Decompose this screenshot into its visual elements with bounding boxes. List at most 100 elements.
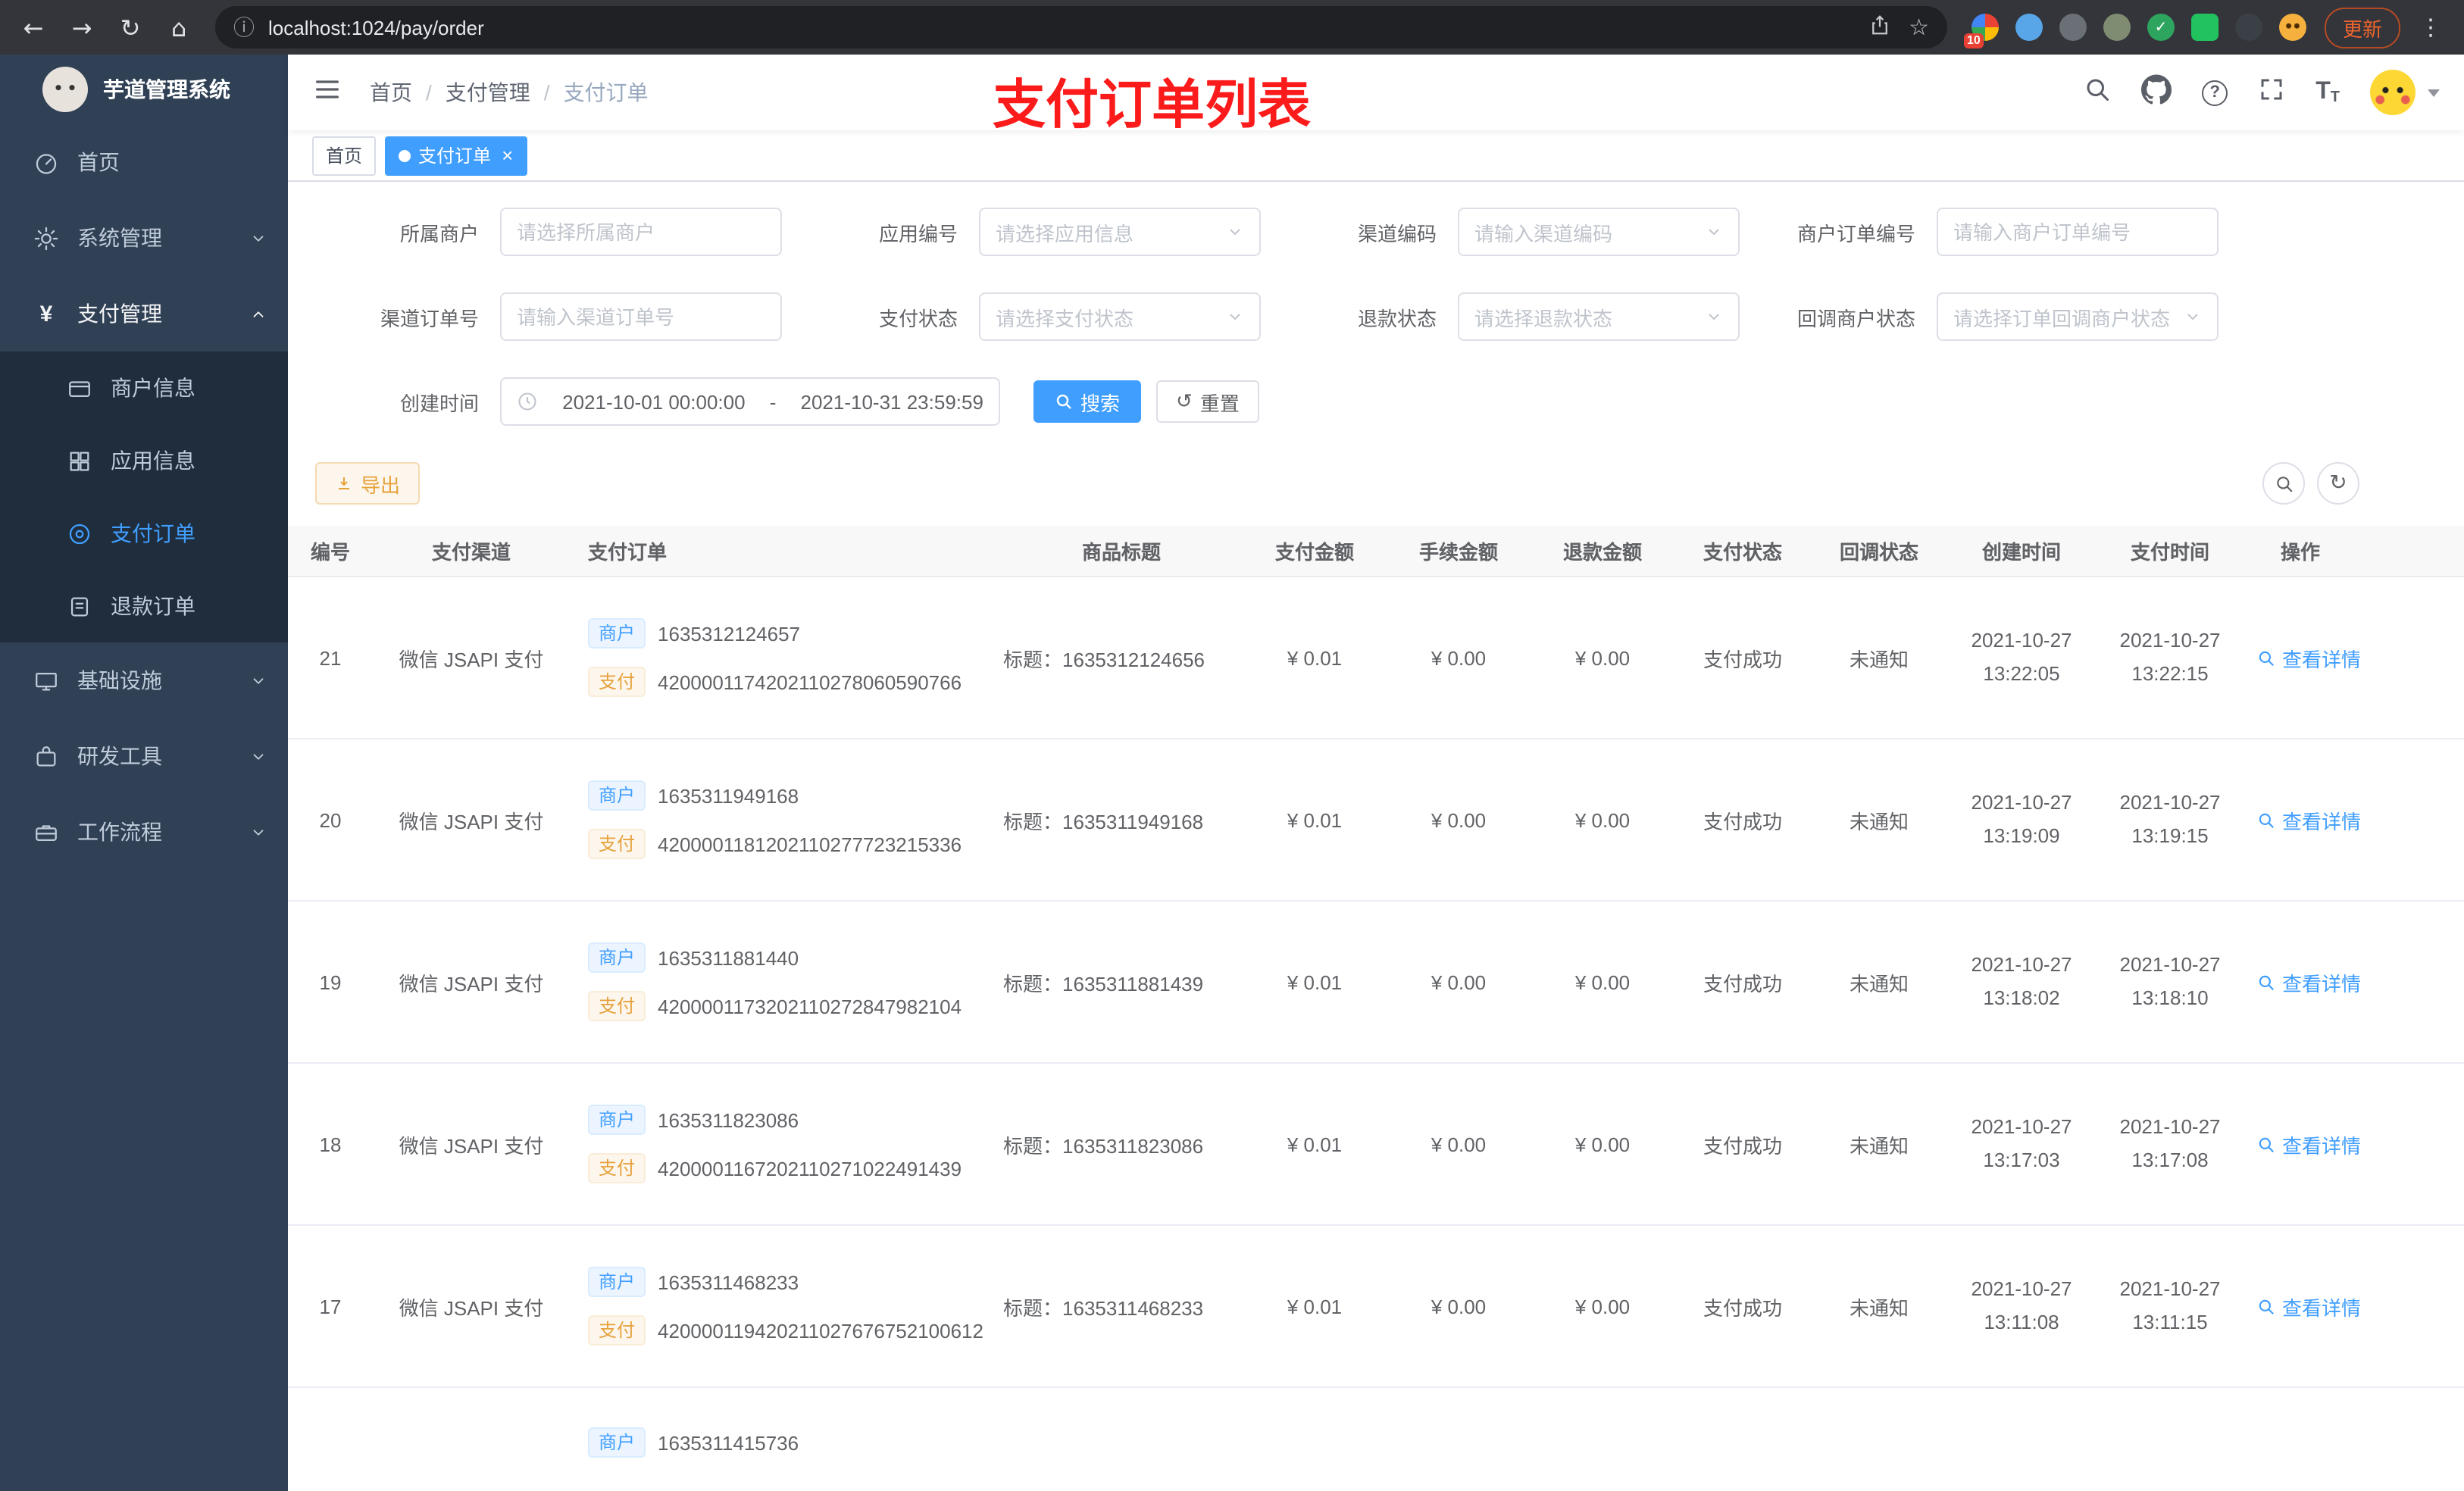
channel-code-select[interactable]: 请输入渠道编码 — [1458, 208, 1740, 256]
table-header: 编号 支付渠道 支付订单 商品标题 支付金额 手续金额 退款金额 支付状态 回调… — [288, 526, 2464, 577]
extension-icon-2[interactable] — [2015, 14, 2043, 41]
action-cell: 查看详情 — [2244, 1292, 2361, 1321]
fee-amount: ¥ 0.00 — [1431, 808, 1487, 831]
pay-tag: 支付 — [588, 1315, 646, 1346]
refund-amount: ¥ 0.00 — [1574, 971, 1631, 993]
app-select[interactable]: 请选择应用信息 — [979, 208, 1261, 256]
sidebar-item-workflow[interactable]: 工作流程 — [0, 794, 288, 870]
browser-menu-icon[interactable]: ⋮ — [2412, 9, 2449, 45]
share-icon[interactable] — [1868, 14, 1890, 41]
table-row: 19 微信 JSAPI 支付 商户 1635311881440 支付 42000… — [288, 902, 2464, 1064]
merchant-tag: 商户 — [588, 1427, 646, 1458]
address-bar[interactable]: ⓘ localhost:1024/pay/order ☆ — [215, 6, 1947, 48]
sidebar-item-system[interactable]: 系统管理 — [0, 200, 288, 276]
pay-submenu: 商户信息 应用信息 支付订单 退款订单 — [0, 352, 288, 642]
refund-status-select[interactable]: 请选择退款状态 — [1458, 292, 1740, 341]
order-table: 编号 支付渠道 支付订单 商品标题 支付金额 手续金额 退款金额 支付状态 回调… — [288, 526, 2464, 1491]
refresh-button[interactable]: ↻ — [2317, 462, 2359, 505]
date-separator: - — [769, 390, 777, 413]
view-detail-link[interactable]: 查看详情 — [2256, 1130, 2361, 1158]
site-info-icon[interactable]: ⓘ — [233, 12, 255, 42]
extension-icon-4[interactable] — [2103, 14, 2131, 41]
order-id: 19 — [319, 971, 342, 993]
sidebar-item-pay-order[interactable]: 支付订单 — [0, 497, 288, 570]
tab-home[interactable]: 首页 — [312, 136, 377, 175]
pay-tag: 支付 — [588, 991, 646, 1021]
col-action: 操作 — [2281, 541, 2321, 564]
merchant-order-no-input[interactable] — [1937, 208, 2219, 256]
caret-down-icon[interactable] — [2428, 89, 2440, 96]
sidebar-item-merchant-info[interactable]: 商户信息 — [0, 352, 288, 424]
merchant-select[interactable] — [500, 208, 782, 256]
fee-amount: ¥ 0.00 — [1431, 646, 1487, 669]
sidebar-item-app-info[interactable]: 应用信息 — [0, 424, 288, 497]
pay-amount: ¥ 0.01 — [1287, 646, 1343, 669]
chevron-up-icon — [253, 311, 264, 317]
reset-button[interactable]: ↺ 重置 — [1156, 380, 1259, 423]
extension-icon-7[interactable] — [2234, 14, 2262, 41]
goods-title: 标题：1635311823086 — [1003, 1134, 1204, 1157]
fullscreen-icon[interactable] — [2258, 75, 2285, 110]
font-size-icon[interactable]: TT — [2315, 79, 2340, 106]
pay-time: 2021-10-27 13:17:08 — [2119, 1114, 2221, 1171]
search-button[interactable]: 搜索 — [1033, 380, 1142, 423]
search-icon[interactable] — [2084, 75, 2111, 110]
col-title: 商品标题 — [1081, 541, 1161, 564]
table-row-partial: 商户 1635311415736 — [288, 1388, 2464, 1491]
filter-label-merchant-order-no: 商户订单编号 — [1796, 222, 1915, 245]
github-icon[interactable] — [2141, 73, 2172, 111]
sidebar-item-home[interactable]: 首页 — [0, 124, 288, 200]
export-button[interactable]: 导出 — [315, 462, 421, 505]
breadcrumb-home[interactable]: 首页 — [370, 77, 412, 108]
pay-amount: ¥ 0.01 — [1287, 808, 1343, 831]
table-row: 17 微信 JSAPI 支付 商户 1635311468233 支付 42000… — [288, 1226, 2464, 1388]
tab-pay-order[interactable]: 支付订单 × — [385, 136, 527, 175]
close-icon[interactable]: × — [502, 144, 513, 167]
view-detail-link[interactable]: 查看详情 — [2256, 967, 2361, 996]
order-id: 17 — [319, 1295, 342, 1318]
extension-icon-3[interactable] — [2059, 14, 2087, 41]
profile-avatar-icon[interactable] — [2278, 14, 2306, 41]
help-icon[interactable]: ? — [2202, 80, 2228, 105]
gear-icon — [34, 226, 58, 250]
sidebar-item-refund-order[interactable]: 退款订单 — [0, 570, 288, 642]
briefcase-icon — [36, 824, 57, 841]
forward-icon[interactable]: → — [64, 9, 100, 45]
browser-update-button[interactable]: 更新 — [2324, 7, 2400, 48]
goods-title: 标题：1635311881439 — [1003, 972, 1204, 995]
filter-label-notify-status: 回调商户状态 — [1796, 307, 1915, 330]
top-navbar: 首页 / 支付管理 / 支付订单 ? TT — [288, 55, 2464, 130]
pay-channel: 微信 JSAPI 支付 — [399, 1134, 544, 1157]
reload-icon[interactable]: ↻ — [112, 9, 149, 45]
col-pay-time: 支付时间 — [2130, 541, 2209, 564]
home-icon[interactable]: ⌂ — [161, 9, 197, 45]
back-icon[interactable]: ← — [15, 9, 52, 45]
view-detail-link[interactable]: 查看详情 — [2256, 643, 2361, 672]
extension-icon-1[interactable]: 10 — [1963, 14, 1999, 48]
breadcrumb: 首页 / 支付管理 / 支付订单 — [370, 77, 649, 108]
sidebar-item-infra[interactable]: 基础设施 — [0, 642, 288, 718]
sidebar-item-pay[interactable]: ¥ 支付管理 — [0, 276, 288, 352]
date-range-input[interactable]: 2021-10-01 00:00:00 - 2021-10-31 23:59:5… — [500, 377, 1000, 426]
toggle-search-button[interactable] — [2262, 462, 2305, 505]
view-detail-link[interactable]: 查看详情 — [2256, 1292, 2361, 1321]
merchant-tag: 商户 — [588, 618, 646, 649]
col-create-time: 创建时间 — [1981, 541, 2061, 564]
bookmark-star-icon[interactable]: ☆ — [1909, 14, 1929, 41]
page-content: 所属商户 应用编号 请选择应用信息 渠道编码 请输入渠道编码 — [288, 182, 2464, 1491]
channel-order-no-input[interactable] — [500, 292, 782, 341]
sidebar-item-devtools[interactable]: 研发工具 — [0, 718, 288, 794]
extension-icon-6[interactable] — [2190, 14, 2219, 41]
notify-status-select[interactable]: 请选择订单回调商户状态 — [1937, 292, 2219, 341]
tags-view-bar: 首页 支付订单 × — [288, 130, 2464, 182]
pay-status: 支付成功 — [1703, 810, 1782, 833]
pay-status-select[interactable]: 请选择支付状态 — [979, 292, 1261, 341]
merchant-tag: 商户 — [588, 1267, 646, 1297]
view-detail-link[interactable]: 查看详情 — [2256, 805, 2361, 834]
user-avatar[interactable] — [2370, 70, 2416, 115]
hamburger-icon[interactable] — [312, 73, 342, 111]
extension-icon-5[interactable]: ✓ — [2147, 14, 2175, 41]
create-time: 2021-10-27 13:11:08 — [1971, 1277, 2072, 1333]
breadcrumb-pay[interactable]: 支付管理 — [446, 77, 530, 108]
grid-icon — [70, 451, 89, 470]
